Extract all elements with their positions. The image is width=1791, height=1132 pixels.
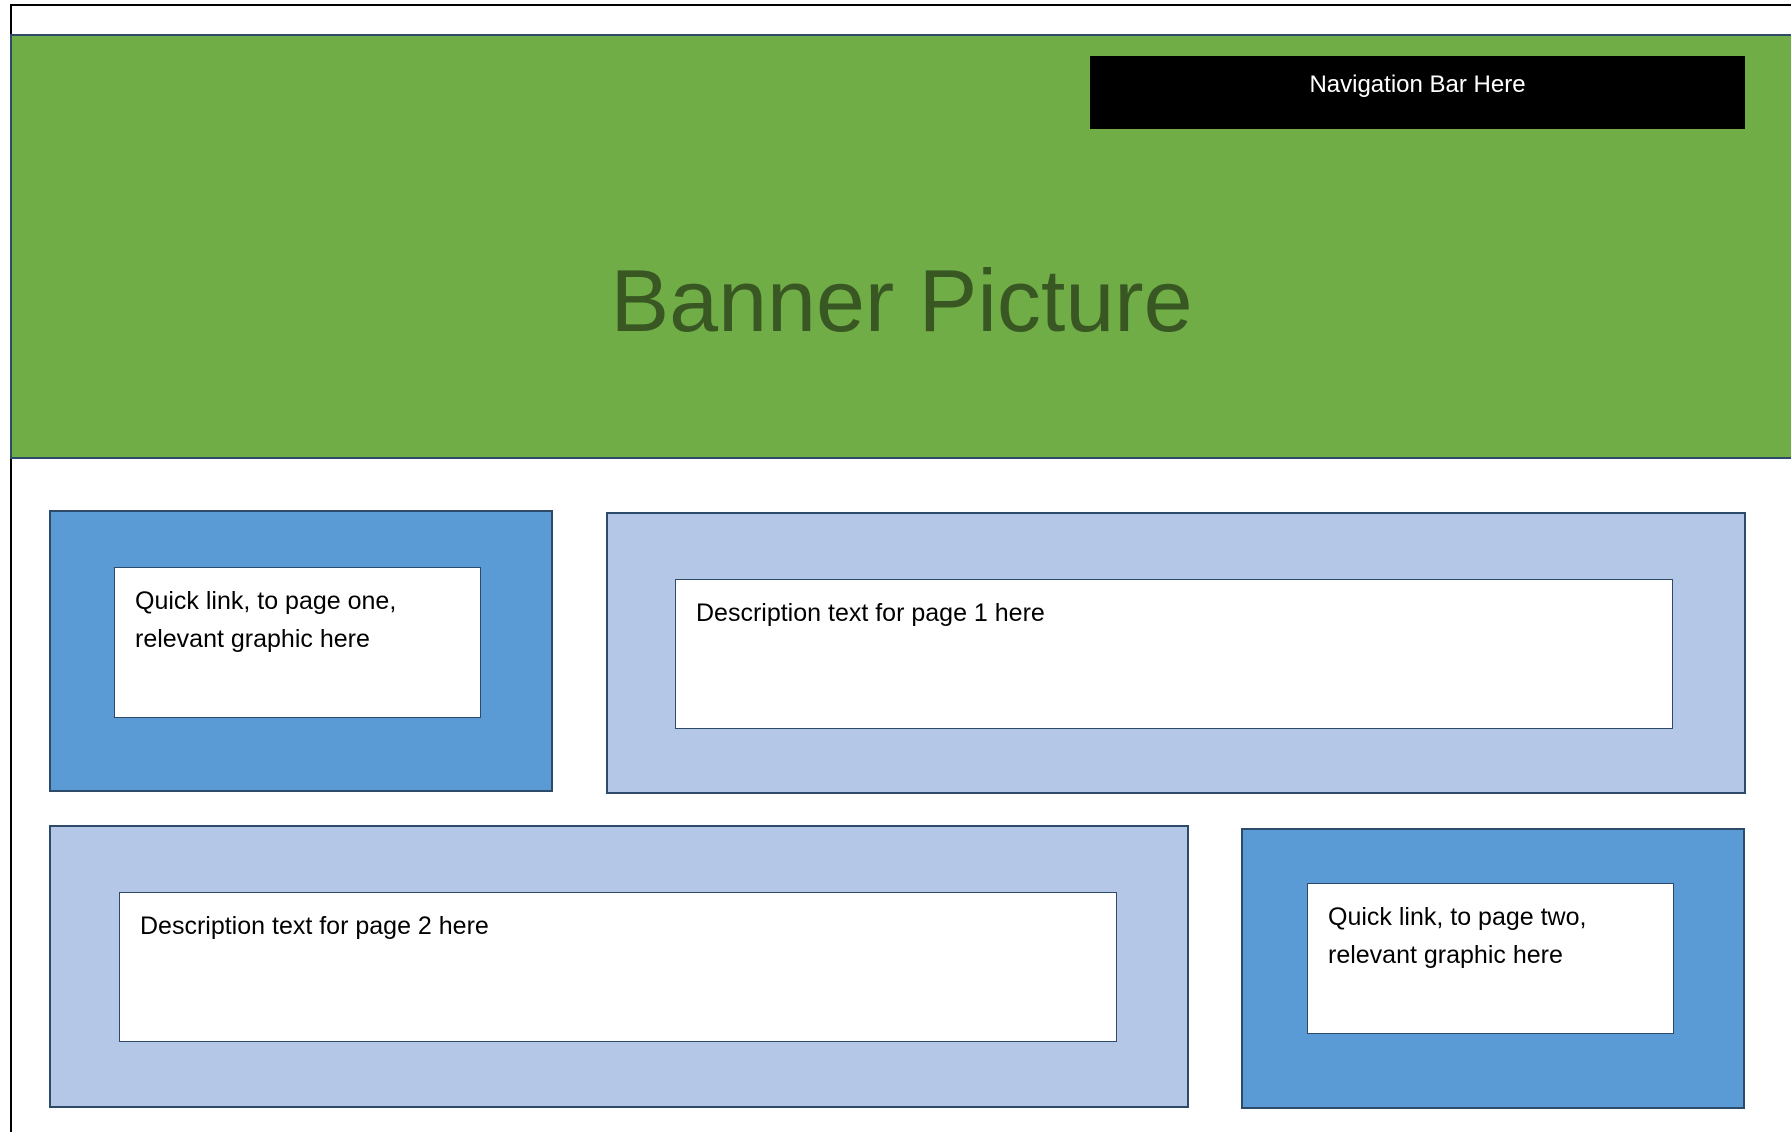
description-page-1-text: Description text for page 1 here — [696, 599, 1045, 627]
quick-link-page-one-text: Quick link, to page one, relevant graphi… — [135, 587, 397, 653]
quick-link-page-one[interactable]: Quick link, to page one, relevant graphi… — [114, 567, 481, 718]
description-box-page-2: Description text for page 2 here — [119, 892, 1117, 1042]
description-box-page-1: Description text for page 1 here — [675, 579, 1673, 729]
banner-title: Banner Picture — [610, 251, 1193, 350]
navigation-bar-label: Navigation Bar Here — [1309, 71, 1526, 98]
quick-link-page-two-text: Quick link, to page two, relevant graphi… — [1328, 903, 1587, 969]
description-page-2-text: Description text for page 2 here — [140, 912, 489, 940]
navigation-bar[interactable]: Navigation Bar Here — [1090, 56, 1745, 129]
quick-link-page-two[interactable]: Quick link, to page two, relevant graphi… — [1307, 883, 1674, 1034]
